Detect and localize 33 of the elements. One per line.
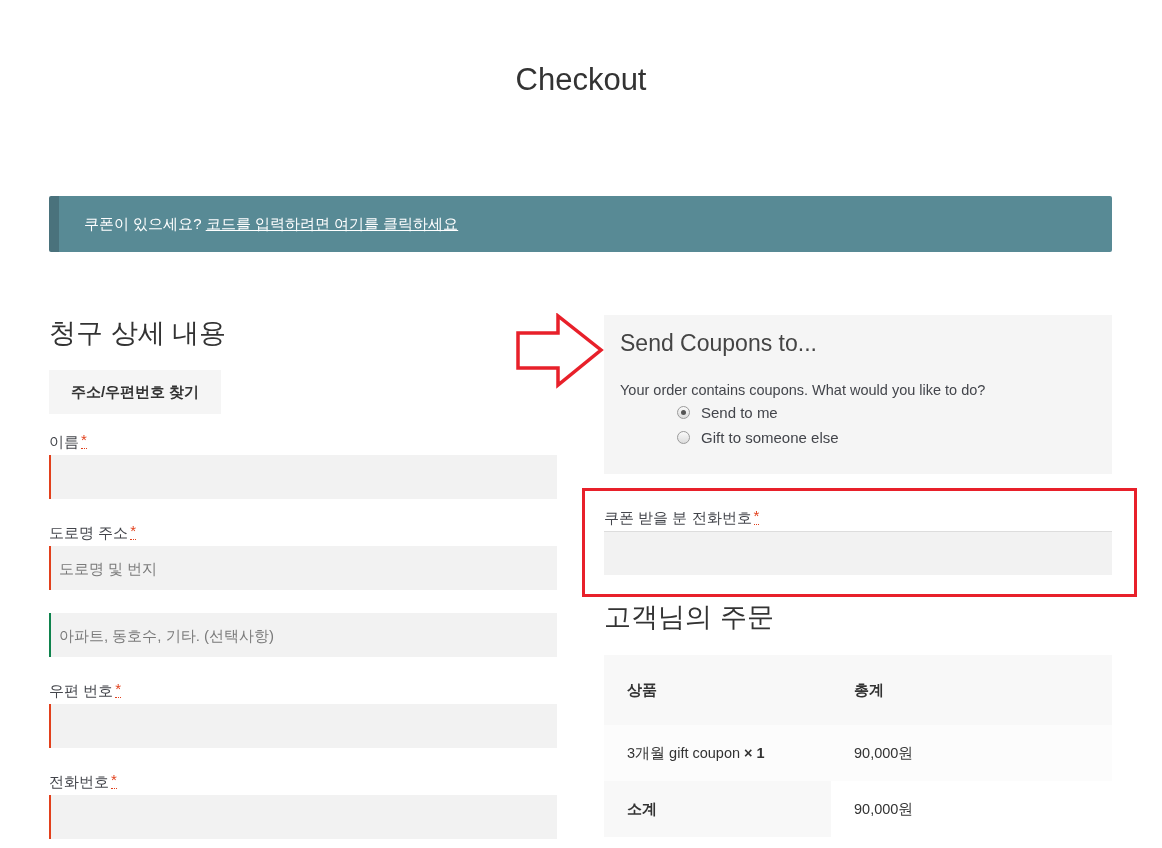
section-heading: 고객님의 주문: [604, 601, 774, 634]
input-field[interactable]: [49, 795, 557, 839]
coupon-code-link[interactable]: 코드를 입력하려면 여기를 클릭하세요: [205, 214, 459, 232]
input-field[interactable]: [49, 455, 557, 499]
page-title: Checkout: [515, 61, 647, 99]
table-cell: 3개월 gift coupon × 1: [604, 725, 831, 781]
required-mark: *: [111, 772, 117, 789]
radio-button[interactable]: [677, 431, 690, 444]
field-label: 도로명 주소: [49, 523, 129, 543]
input-field[interactable]: 도로명 및 번지: [49, 546, 557, 590]
table-cell: 90,000원: [831, 781, 1112, 837]
radio-label[interactable]: Send to me: [701, 404, 778, 421]
field-label: 전화번호: [49, 772, 109, 792]
required-mark: *: [81, 432, 87, 449]
notice-text: 쿠폰이 있으세요? 코드를 입력하려면 여기를 클릭하세요: [84, 214, 459, 234]
required-mark: *: [130, 523, 136, 540]
panel-question: Your order contains coupons. What would you like to do?: [620, 381, 986, 400]
address-search-button[interactable]: 주소/우편번호 찾기: [49, 370, 222, 414]
row-header: 소계: [604, 781, 831, 837]
field-label: 이름: [49, 432, 79, 452]
table-cell: 90,000원: [831, 725, 1112, 781]
input-field[interactable]: 아파트, 동호수, 기타. (선택사항): [49, 613, 557, 657]
field-label: 우편 번호: [49, 681, 114, 701]
radio-label[interactable]: Gift to someone else: [701, 429, 839, 446]
column-header: 상품: [604, 655, 831, 725]
required-mark: *: [115, 681, 121, 698]
radio-button[interactable]: [677, 406, 690, 419]
field-label: 쿠폰 받을 분 전화번호: [604, 508, 752, 528]
input-field[interactable]: [49, 704, 557, 748]
panel-heading: Send Coupons to...: [620, 329, 817, 358]
required-mark: *: [753, 508, 760, 525]
column-header: 총계: [831, 655, 1112, 725]
section-heading: 청구 상세 내용: [49, 317, 226, 350]
